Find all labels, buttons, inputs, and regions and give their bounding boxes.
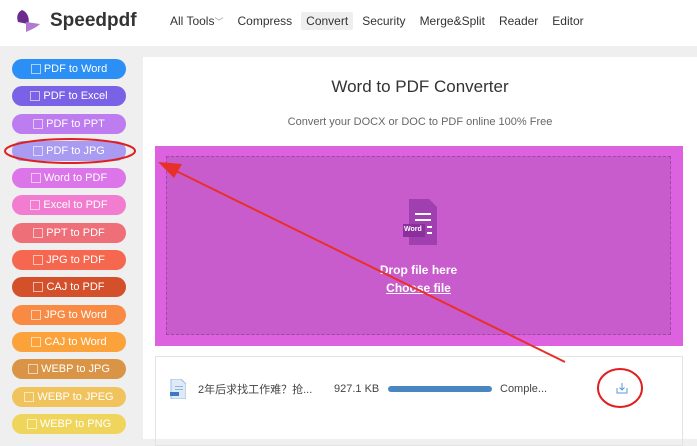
sidebar-item-label: CAJ to Word <box>44 335 107 348</box>
sidebar-item-label: JPG to Word <box>44 308 107 321</box>
sidebar-item-pdf-to-word[interactable]: PDF to Word <box>12 59 126 79</box>
sidebar-item-label: CAJ to PDF <box>46 281 105 294</box>
nav-convert[interactable]: Convert <box>301 12 354 30</box>
sidebar-item-label: PDF to PPT <box>46 117 105 130</box>
file-name: 2年后求找工作难？抢... <box>198 384 313 396</box>
sidebar: PDF to Word PDF to Excel PDF to PPT PDF to … <box>12 59 126 441</box>
sidebar-item-caj-to-word[interactable]: CAJ to Word <box>12 331 126 352</box>
sidebar-item-label: PDF to Excel <box>43 90 108 103</box>
convert-icon <box>33 145 44 156</box>
choose-file-link[interactable]: Choose file <box>167 281 670 295</box>
top-nav: All Tools﹀ Compress Convert Security Mer… <box>165 12 589 30</box>
convert-icon <box>30 64 41 74</box>
drop-zone-inner[interactable]: Word Drop file here Choose file <box>166 156 671 335</box>
nav-security[interactable]: Security <box>357 12 410 30</box>
file-row: 2年后求找工作难？抢... 927.1 KB Comple... <box>170 379 547 399</box>
sidebar-item-label: WEBP to PNG <box>39 417 112 430</box>
sidebar-item-excel-to-pdf[interactable]: Excel to PDF <box>12 195 126 216</box>
file-list: 2年后求找工作难？抢... 927.1 KB Comple... <box>155 356 683 446</box>
convert-icon <box>30 200 41 211</box>
sidebar-item-label: PDF to Word <box>43 63 108 75</box>
convert-icon <box>24 391 35 402</box>
nav-merge-split[interactable]: Merge&Split <box>415 12 490 30</box>
sidebar-item-label: WEBP to JPG <box>41 363 110 376</box>
convert-icon <box>33 255 44 266</box>
sidebar-item-caj-to-pdf[interactable]: CAJ to PDF <box>12 277 126 298</box>
convert-icon <box>26 418 37 429</box>
word-file-icon: Word <box>403 199 439 247</box>
progress-bar <box>388 386 492 392</box>
nav-label: All Tools <box>170 14 215 28</box>
nav-compress[interactable]: Compress <box>232 12 297 30</box>
main-panel: Word to PDF Converter Convert your DOCX … <box>143 57 697 446</box>
sidebar-item-word-to-pdf[interactable]: Word to PDF <box>12 168 126 189</box>
page-title: Word to PDF Converter <box>331 77 509 96</box>
nav-all-tools[interactable]: All Tools﹀ <box>165 12 228 30</box>
sidebar-item-pdf-to-excel[interactable]: PDF to Excel <box>12 86 126 107</box>
convert-icon <box>31 309 42 320</box>
sidebar-item-label: Excel to PDF <box>43 199 108 212</box>
sidebar-item-pdf-to-ppt[interactable]: PDF to PPT <box>12 113 126 134</box>
speedpdf-logo-icon <box>17 10 40 32</box>
drop-file-text: Drop file here <box>379 263 458 277</box>
sidebar-item-label: JPG to PDF <box>46 254 105 267</box>
convert-icon <box>31 336 42 347</box>
chevron-down-icon: ﹀ <box>214 17 224 27</box>
nav-editor[interactable]: Editor <box>547 12 588 30</box>
drop-zone[interactable]: Word Drop file here Choose file <box>155 146 683 346</box>
sidebar-item-jpg-to-word[interactable]: JPG to Word <box>12 304 126 325</box>
doc-file-icon <box>170 379 186 399</box>
convert-icon <box>33 227 44 238</box>
convert-icon <box>30 91 41 102</box>
sidebar-item-jpg-to-pdf[interactable]: JPG to PDF <box>12 250 126 271</box>
convert-icon <box>30 173 41 184</box>
page-subtitle: Convert your DOCX or DOC to PDF online 1… <box>287 116 553 128</box>
convert-icon <box>33 118 44 129</box>
nav-reader[interactable]: Reader <box>494 12 543 30</box>
sidebar-item-ppt-to-pdf[interactable]: PPT to PDF <box>12 222 126 243</box>
sidebar-item-webp-to-png[interactable]: WEBP to PNG <box>12 413 126 434</box>
convert-icon <box>28 364 39 375</box>
sidebar-item-label: Word to PDF <box>43 172 108 185</box>
sidebar-item-label: WEBP to JPEG <box>37 390 114 403</box>
download-icon[interactable] <box>616 382 628 394</box>
header: Speedpdf All Tools﹀ Compress Convert Sec… <box>0 0 697 46</box>
sidebar-item-label: PDF to JPG <box>46 144 105 157</box>
file-size: 927.1 KB <box>334 383 380 395</box>
sidebar-item-webp-to-jpg[interactable]: WEBP to JPG <box>12 359 126 380</box>
brand-name[interactable]: Speedpdf <box>50 10 137 32</box>
convert-icon <box>33 282 44 293</box>
sidebar-item-webp-to-jpeg[interactable]: WEBP to JPEG <box>12 386 126 407</box>
file-status: Comple... <box>500 383 548 395</box>
sidebar-item-label: PPT to PDF <box>46 226 105 239</box>
sidebar-item-pdf-to-jpg[interactable]: PDF to JPG <box>12 140 126 161</box>
word-icon-label: Word <box>404 226 422 233</box>
